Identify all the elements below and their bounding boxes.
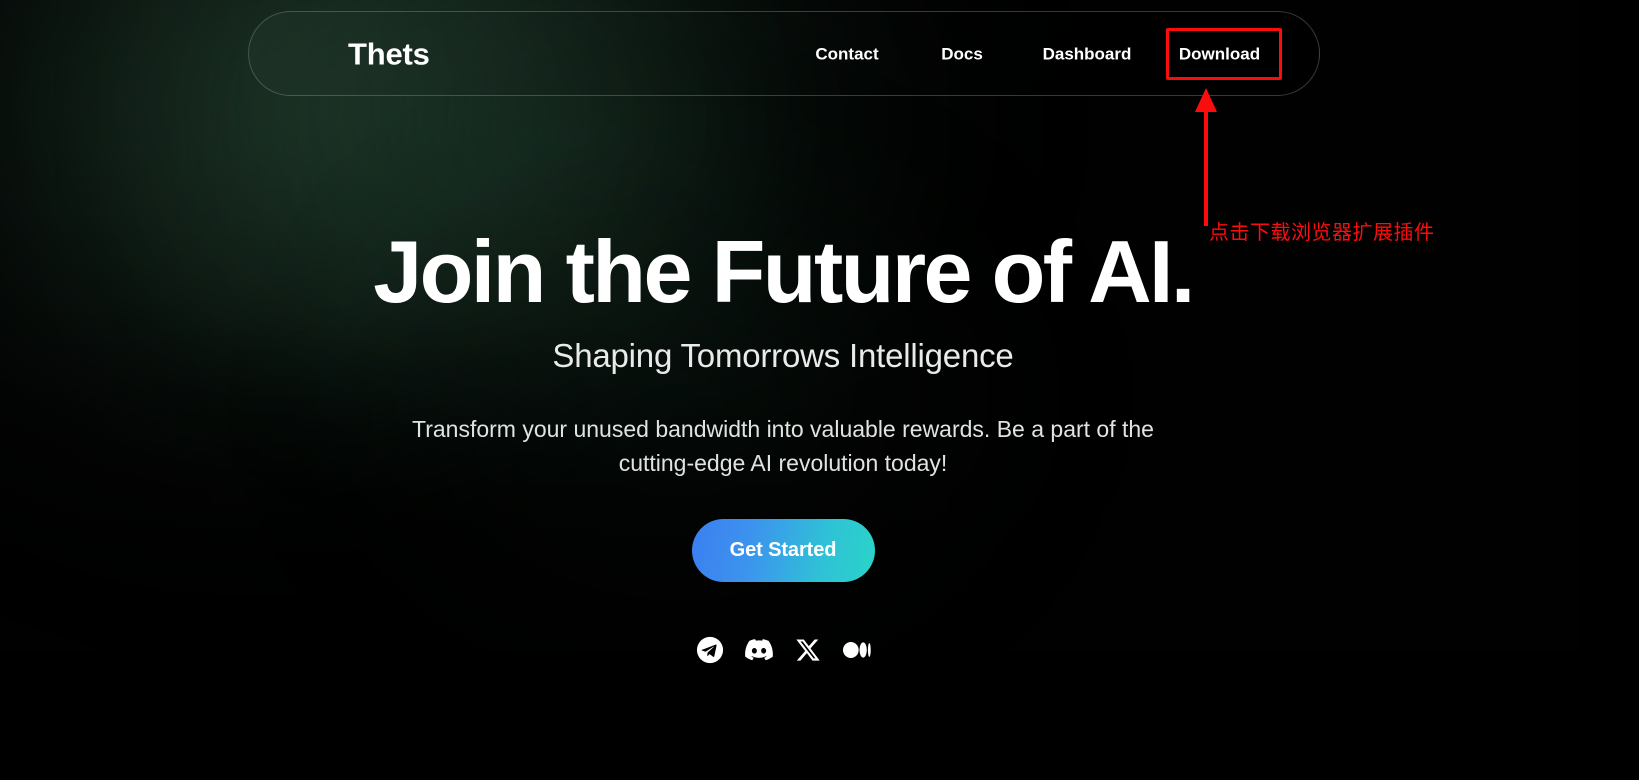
x-twitter-icon[interactable] [794, 636, 822, 664]
page-title: Join the Future of AI. [373, 222, 1195, 321]
nav-link-contact[interactable]: Contact [815, 35, 878, 72]
nav-link-docs[interactable]: Docs [941, 35, 983, 72]
get-started-button[interactable]: Get Started [691, 518, 875, 582]
nav-item-docs[interactable]: Docs [912, 35, 1012, 72]
nav-links: Contact Docs Dashboard Download [782, 35, 1277, 72]
medium-icon[interactable] [842, 636, 871, 664]
social-links [696, 636, 871, 664]
annotation-caption: 点击下载浏览器扩展插件 [1209, 222, 1435, 244]
cta-container: Get Started [691, 518, 875, 582]
hero-subtitle: Shaping Tomorrows Intelligence [552, 337, 1014, 374]
hero-description: Transform your unused bandwidth into val… [412, 416, 1154, 476]
nav-item-dashboard[interactable]: Dashboard [1012, 35, 1162, 72]
hero-section: Join the Future of AI. Shaping Tomorrows… [0, 0, 1566, 780]
telegram-icon[interactable] [696, 636, 724, 664]
brand-logo[interactable]: Thets [348, 38, 430, 69]
main-navbar: Thets Contact Docs Dashboard Download [248, 11, 1320, 96]
nav-item-contact[interactable]: Contact [782, 35, 912, 72]
nav-link-dashboard[interactable]: Dashboard [1043, 35, 1132, 72]
nav-link-download[interactable]: Download [1179, 35, 1260, 72]
discord-icon[interactable] [744, 636, 773, 664]
nav-item-download[interactable]: Download [1162, 35, 1277, 72]
